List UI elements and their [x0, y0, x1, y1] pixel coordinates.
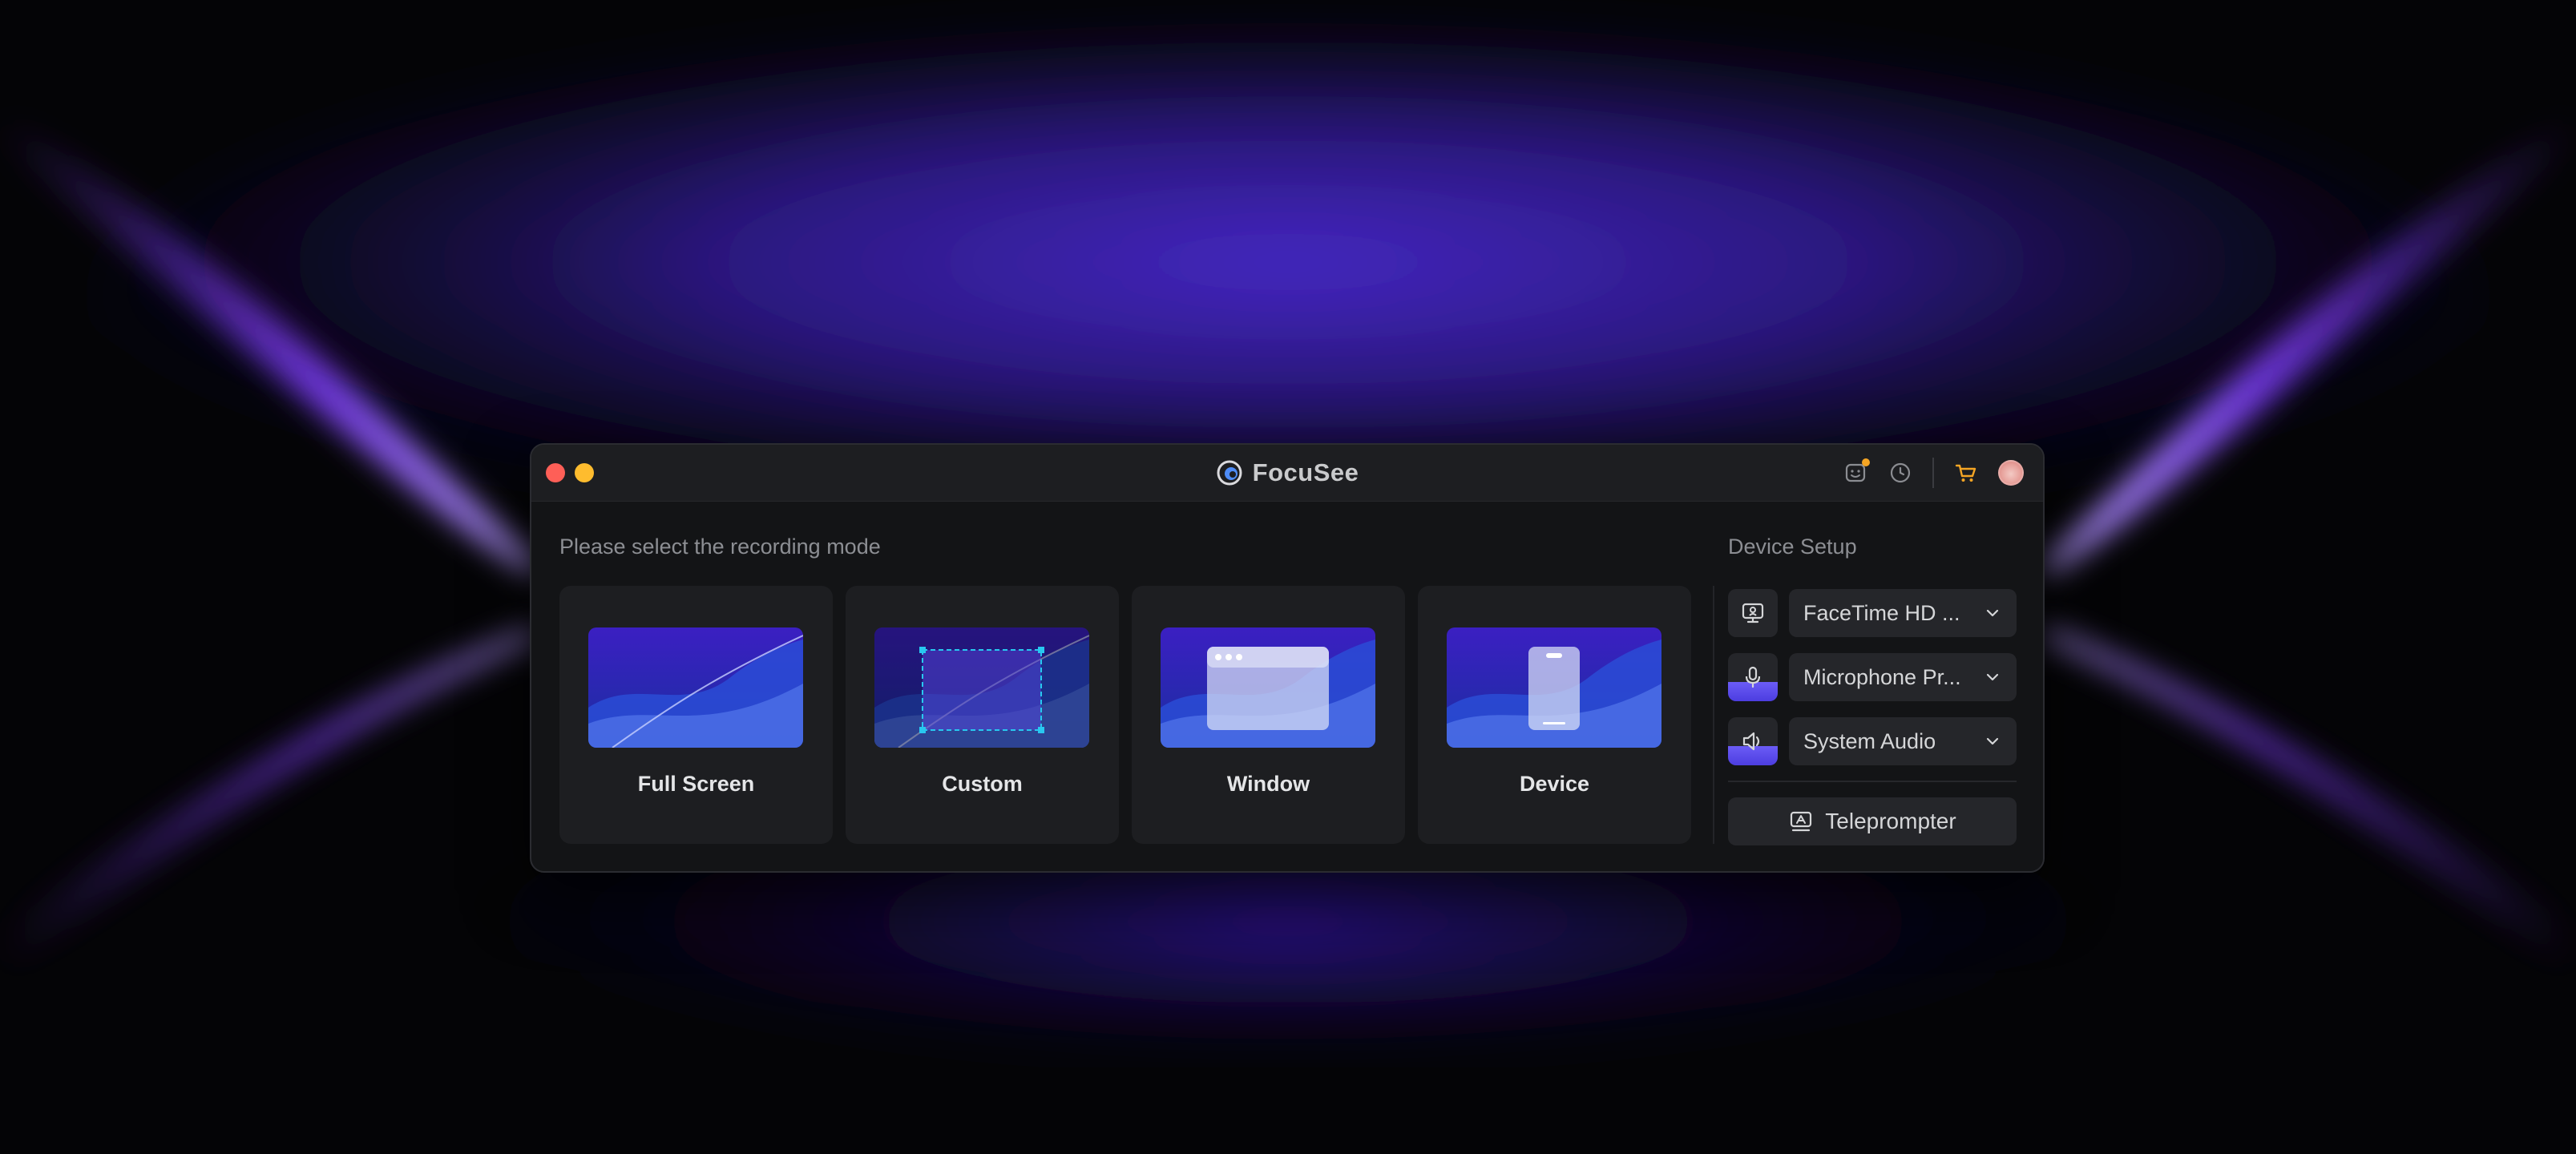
focusee-logo-icon — [1217, 460, 1242, 486]
device-thumbnail — [1447, 627, 1661, 748]
microphone-select[interactable]: Microphone Pr... — [1789, 653, 2017, 701]
speaker-icon — [1742, 732, 1760, 751]
mode-label: Full Screen — [637, 772, 755, 796]
cart-icon[interactable] — [1953, 460, 1979, 486]
mode-label: Custom — [942, 772, 1023, 796]
chevron-down-icon — [1986, 737, 1999, 745]
app-title: FocuSee — [531, 445, 2043, 501]
camera-row: FaceTime HD ... — [1728, 589, 2017, 637]
microphone-select-value: Microphone Pr... — [1803, 664, 1961, 689]
focusee-window: FocuSee Please select the recording mode… — [530, 443, 2045, 873]
title-bar: FocuSee — [531, 445, 2043, 502]
mode-device-card[interactable]: Device — [1418, 586, 1691, 844]
camera-select-value: FaceTime HD ... — [1803, 600, 1960, 625]
mode-label: Window — [1226, 772, 1310, 796]
panel-divider — [1713, 586, 1714, 844]
camera-select[interactable]: FaceTime HD ... — [1789, 589, 2017, 637]
system-audio-row: System Audio — [1728, 717, 2017, 765]
camera-toggle[interactable] — [1728, 589, 1778, 637]
history-icon[interactable] — [1888, 460, 1913, 486]
mode-full-screen-card[interactable]: Full Screen — [559, 586, 833, 844]
camera-icon — [1742, 603, 1764, 623]
mode-window-card[interactable]: Window — [1132, 586, 1405, 844]
system-audio-toggle[interactable] — [1728, 717, 1778, 765]
microphone-row: Microphone Pr... — [1728, 653, 2017, 701]
teleprompter-icon — [1791, 811, 1812, 832]
chevron-down-icon — [1986, 673, 1999, 681]
app-name: FocuSee — [1252, 458, 1359, 486]
teleprompter-button[interactable]: Teleprompter — [1728, 797, 2017, 845]
custom-area-thumbnail — [874, 627, 1089, 748]
device-setup-heading: Device Setup — [1728, 535, 1857, 559]
teleprompter-label: Teleprompter — [1825, 809, 1956, 833]
system-audio-select-value: System Audio — [1803, 728, 1936, 753]
chevron-down-icon — [1986, 609, 1999, 617]
recording-mode-list: Full Screen Custom Window Device — [559, 586, 1691, 844]
mode-label: Device — [1519, 772, 1590, 796]
window-thumbnail — [1161, 627, 1375, 748]
titlebar-divider — [1932, 458, 1934, 488]
feedback-icon[interactable] — [1843, 458, 1870, 486]
device-setup-divider — [1728, 781, 2017, 782]
microphone-icon — [1745, 666, 1761, 688]
notification-dot — [1862, 458, 1870, 466]
user-avatar[interactable] — [1998, 460, 2024, 486]
microphone-toggle[interactable] — [1728, 653, 1778, 701]
recording-mode-heading: Please select the recording mode — [559, 535, 881, 559]
full-screen-thumbnail — [588, 627, 803, 748]
system-audio-select[interactable]: System Audio — [1789, 717, 2017, 765]
titlebar-actions — [1843, 445, 2024, 501]
mode-custom-card[interactable]: Custom — [846, 586, 1119, 844]
